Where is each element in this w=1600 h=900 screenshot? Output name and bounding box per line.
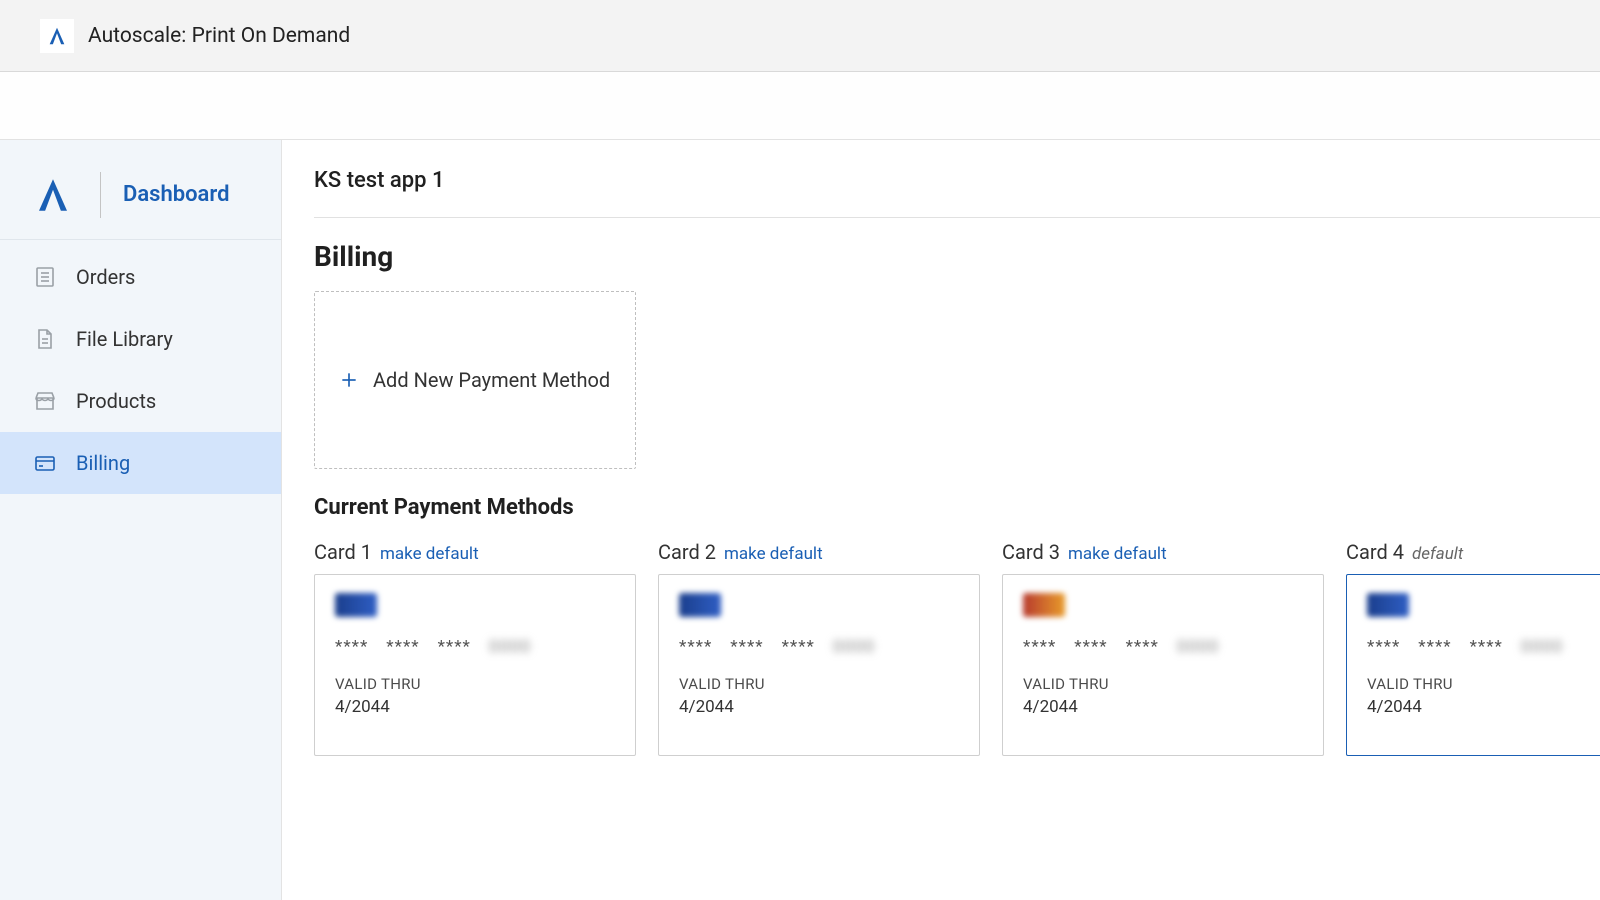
sidebar-item-dashboard[interactable]: Dashboard <box>0 150 281 240</box>
card-brand-icon <box>1023 593 1065 617</box>
sidebar-item-billing[interactable]: Billing <box>0 432 281 494</box>
card-box[interactable]: **** **** **** 0000 VALID THRU 4/2044 <box>658 574 980 756</box>
valid-thru-label: VALID THRU <box>679 675 959 693</box>
card-number: **** **** **** 0000 <box>1367 637 1600 657</box>
topbar: Autoscale: Print On Demand <box>0 0 1600 72</box>
list-icon <box>33 265 57 289</box>
card-number: **** **** **** 0000 <box>1023 637 1303 657</box>
payment-card: Card 2 make default **** **** **** 0000 … <box>658 540 980 756</box>
payment-card: Card 4 default **** **** **** 0000 VALID… <box>1346 540 1600 756</box>
card-box[interactable]: **** **** **** 0000 VALID THRU 4/2044 <box>314 574 636 756</box>
card-brand-icon <box>1367 593 1409 617</box>
app-logo <box>40 19 74 53</box>
card-label: Card 4 <box>1346 540 1404 564</box>
billing-heading: Billing <box>314 240 1600 273</box>
sidebar-item-file-library[interactable]: File Library <box>0 308 281 370</box>
make-default-link[interactable]: make default <box>380 544 479 564</box>
make-default-link[interactable]: make default <box>724 544 823 564</box>
divider <box>100 172 101 218</box>
payment-cards-row: Card 1 make default **** **** **** 0000 … <box>314 540 1600 756</box>
secondary-bar <box>0 72 1600 140</box>
sidebar-item-label: Orders <box>76 265 135 289</box>
card-label: Card 1 <box>314 540 372 564</box>
valid-thru-value: 4/2044 <box>1367 697 1600 717</box>
add-payment-method-button[interactable]: Add New Payment Method <box>314 291 636 469</box>
card-number: **** **** **** 0000 <box>335 637 615 657</box>
storefront-icon <box>33 389 57 413</box>
plus-icon <box>339 370 359 390</box>
card-label: Card 3 <box>1002 540 1060 564</box>
sidebar-item-label: Billing <box>76 451 130 475</box>
sidebar-item-orders[interactable]: Orders <box>0 246 281 308</box>
current-methods-heading: Current Payment Methods <box>314 495 1600 520</box>
valid-thru-value: 4/2044 <box>679 697 959 717</box>
sidebar-item-products[interactable]: Products <box>0 370 281 432</box>
sidebar-item-label: Dashboard <box>123 182 229 207</box>
valid-thru-label: VALID THRU <box>1367 675 1600 693</box>
card-brand-icon <box>335 593 377 617</box>
file-icon <box>33 327 57 351</box>
card-label: Card 2 <box>658 540 716 564</box>
autoscale-logo-icon <box>32 174 74 216</box>
sidebar: Dashboard Orders <box>0 140 282 900</box>
topbar-title: Autoscale: Print On Demand <box>88 24 350 48</box>
valid-thru-label: VALID THRU <box>1023 675 1303 693</box>
sidebar-item-label: File Library <box>76 327 173 351</box>
valid-thru-value: 4/2044 <box>1023 697 1303 717</box>
valid-thru-label: VALID THRU <box>335 675 615 693</box>
divider <box>314 217 1600 218</box>
card-brand-icon <box>679 593 721 617</box>
sidebar-item-label: Products <box>76 389 156 413</box>
app-title: KS test app 1 <box>314 168 1600 193</box>
card-box[interactable]: **** **** **** 0000 VALID THRU 4/2044 <box>1346 574 1600 756</box>
payment-card: Card 3 make default **** **** **** 0000 … <box>1002 540 1324 756</box>
add-payment-label: Add New Payment Method <box>373 368 610 392</box>
card-number: **** **** **** 0000 <box>679 637 959 657</box>
default-tag: default <box>1412 544 1463 564</box>
payment-card: Card 1 make default **** **** **** 0000 … <box>314 540 636 756</box>
card-box[interactable]: **** **** **** 0000 VALID THRU 4/2044 <box>1002 574 1324 756</box>
make-default-link[interactable]: make default <box>1068 544 1167 564</box>
valid-thru-value: 4/2044 <box>335 697 615 717</box>
credit-card-icon <box>33 451 57 475</box>
autoscale-logo-icon <box>46 25 68 47</box>
main-content: KS test app 1 Billing Add New Payment Me… <box>282 140 1600 900</box>
